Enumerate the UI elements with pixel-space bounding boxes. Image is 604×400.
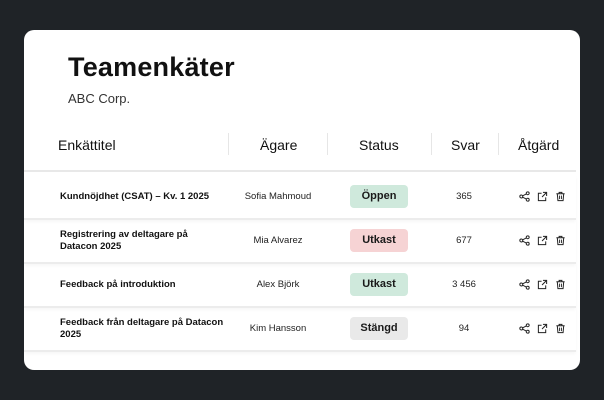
survey-title[interactable]: Feedback från deltagare på Datacon 2025 xyxy=(60,307,225,350)
share-icon[interactable] xyxy=(518,322,531,335)
status-cell: Stängd xyxy=(338,307,420,350)
export-icon[interactable] xyxy=(536,278,549,291)
row-actions xyxy=(512,175,572,218)
share-icon[interactable] xyxy=(518,234,531,247)
status-badge: Öppen xyxy=(350,185,408,208)
response-count: 94 xyxy=(458,323,470,334)
survey-owner: Alex Björk xyxy=(256,279,300,290)
column-header-responses[interactable]: Svar xyxy=(451,130,480,170)
column-divider xyxy=(228,133,229,155)
column-header-title[interactable]: Enkättitel xyxy=(58,130,116,170)
table-row[interactable]: Registrering av deltagare på Datacon 202… xyxy=(24,219,576,264)
survey-card: Teamenkäter ABC Corp. Enkättitel Ägare S… xyxy=(24,30,580,370)
trash-icon[interactable] xyxy=(554,278,567,291)
export-icon[interactable] xyxy=(536,234,549,247)
response-count: 3 456 xyxy=(452,279,476,290)
status-badge: Utkast xyxy=(350,229,408,252)
row-actions xyxy=(512,307,572,350)
column-divider xyxy=(431,133,432,155)
survey-title[interactable]: Feedback på introduktion xyxy=(60,263,225,306)
response-count: 677 xyxy=(456,235,472,246)
share-icon[interactable] xyxy=(518,190,531,203)
response-count: 365 xyxy=(456,191,472,202)
survey-owner: Sofia Mahmoud xyxy=(244,191,312,202)
column-header-owner[interactable]: Ägare xyxy=(260,130,297,170)
status-cell: Utkast xyxy=(338,263,420,306)
survey-title[interactable]: Registrering av deltagare på Datacon 202… xyxy=(60,219,225,262)
status-badge: Utkast xyxy=(350,273,408,296)
status-cell: Utkast xyxy=(338,219,420,262)
survey-owner: Kim Hansson xyxy=(249,323,307,334)
table-row[interactable]: Feedback från deltagare på Datacon 2025 … xyxy=(24,307,576,352)
survey-title[interactable]: Kundnöjdhet (CSAT) – Kv. 1 2025 xyxy=(60,175,225,218)
column-header-actions: Åtgärd xyxy=(518,137,560,153)
row-actions xyxy=(512,263,572,306)
table-header: Enkättitel Ägare Status Svar Åtgärd xyxy=(24,130,576,172)
column-divider xyxy=(327,133,328,155)
trash-icon[interactable] xyxy=(554,190,567,203)
column-header-status[interactable]: Status xyxy=(359,130,399,170)
organization-name: ABC Corp. xyxy=(68,91,131,106)
status-badge: Stängd xyxy=(350,317,408,340)
trash-icon[interactable] xyxy=(554,322,567,335)
row-actions xyxy=(512,219,572,262)
table-row[interactable]: Kundnöjdhet (CSAT) – Kv. 1 2025 Sofia Ma… xyxy=(24,175,576,220)
share-icon[interactable] xyxy=(518,278,531,291)
export-icon[interactable] xyxy=(536,322,549,335)
column-divider xyxy=(498,133,499,155)
status-cell: Öppen xyxy=(338,175,420,218)
export-icon[interactable] xyxy=(536,190,549,203)
survey-owner: Mia Alvarez xyxy=(253,235,303,246)
table-row[interactable]: Feedback på introduktion Alex Björk Utka… xyxy=(24,263,576,308)
page-title: Teamenkäter xyxy=(68,52,235,82)
trash-icon[interactable] xyxy=(554,234,567,247)
